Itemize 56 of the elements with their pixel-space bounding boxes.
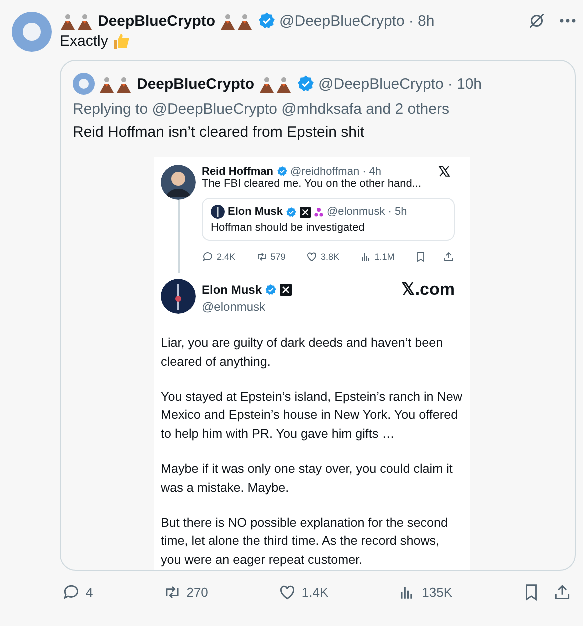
thumbs-up-icon (112, 32, 130, 50)
avatar (211, 205, 225, 219)
avatar (73, 73, 95, 95)
views-count: 1.1M (374, 252, 395, 262)
post-time: · 4h (362, 166, 382, 178)
author-name: Elon Musk (228, 206, 284, 218)
author-name: Elon Musk (202, 282, 262, 296)
reply-count: 2.4K (217, 252, 236, 262)
post-text: The FBI cleared me. You on the other hand... (202, 178, 423, 190)
volcano-icon (220, 12, 254, 30)
views-count: 135K (422, 584, 453, 600)
author-handle: @reidhoffman (290, 166, 360, 178)
post-paragraph: But there is NO possible explanation for the second time, let alone the third time. As the record shows, you were an eager repeat customer. (161, 514, 450, 570)
reply-icon[interactable] (62, 582, 81, 602)
x-logo-icon (438, 165, 451, 178)
site-brand: 𝕏.com (401, 279, 456, 300)
author-handle: @elonmusk (327, 206, 386, 218)
volcano-icon (99, 76, 133, 92)
slashed-circle-icon[interactable] (528, 12, 546, 30)
author-name: Reid Hoffman (202, 166, 274, 178)
share-icon[interactable] (553, 582, 572, 602)
reply-icon[interactable] (202, 251, 214, 263)
reply-context: Replying to @DeepBlueCrypto @mhdksafa and 2 others (73, 101, 450, 118)
post-paragraph: You stayed at Epstein’s island, Epstein’s ranch in New Mexico and Epstein’s house in New York. You offered to help him with PR. You gave him gifts … (161, 388, 463, 444)
volcano-icon (60, 12, 94, 30)
x-logo-icon (300, 206, 312, 218)
author-handle: @DeepBlueCrypto (318, 76, 444, 92)
post-time: · 5h (388, 206, 408, 218)
post-time: · 10h (448, 76, 482, 92)
share-icon[interactable] (442, 251, 455, 263)
post-text: Exactly (60, 32, 108, 50)
repost-icon[interactable] (256, 251, 268, 263)
x-logo-icon (280, 284, 292, 296)
avatar (161, 165, 196, 200)
author-name: DeepBlueCrypto (98, 12, 216, 30)
repost-count: 579 (270, 252, 286, 262)
author-handle: @DeepBlueCrypto (280, 12, 405, 30)
like-count: 1.4K (302, 584, 329, 600)
volcano-icon (258, 76, 293, 92)
bookmark-icon[interactable] (414, 251, 427, 263)
author-name: DeepBlueCrypto (137, 76, 255, 92)
heart-icon[interactable] (306, 251, 318, 263)
author-handle: @elonmusk (202, 300, 267, 314)
avatar (12, 12, 52, 52)
people-icon (314, 207, 324, 217)
post-text: Hoffman should be investigated (211, 222, 366, 234)
more-icon[interactable] (560, 19, 576, 23)
post-text: Reid Hoffman isn’t cleared from Epstein shit (73, 124, 366, 141)
post-paragraph: Liar, you are guilty of dark deeds and haven’t been cleared of anything. (161, 335, 444, 371)
avatar (161, 279, 196, 314)
post-time: · 8h (408, 12, 435, 30)
like-count: 3.8K (320, 252, 340, 262)
repost-count: 270 (186, 584, 208, 600)
bar-chart-icon[interactable] (360, 251, 372, 263)
reply-count: 4 (86, 584, 94, 600)
post-paragraph: Maybe if it was only one stay over, you could claim it was a mistake. Maybe. (161, 460, 454, 497)
